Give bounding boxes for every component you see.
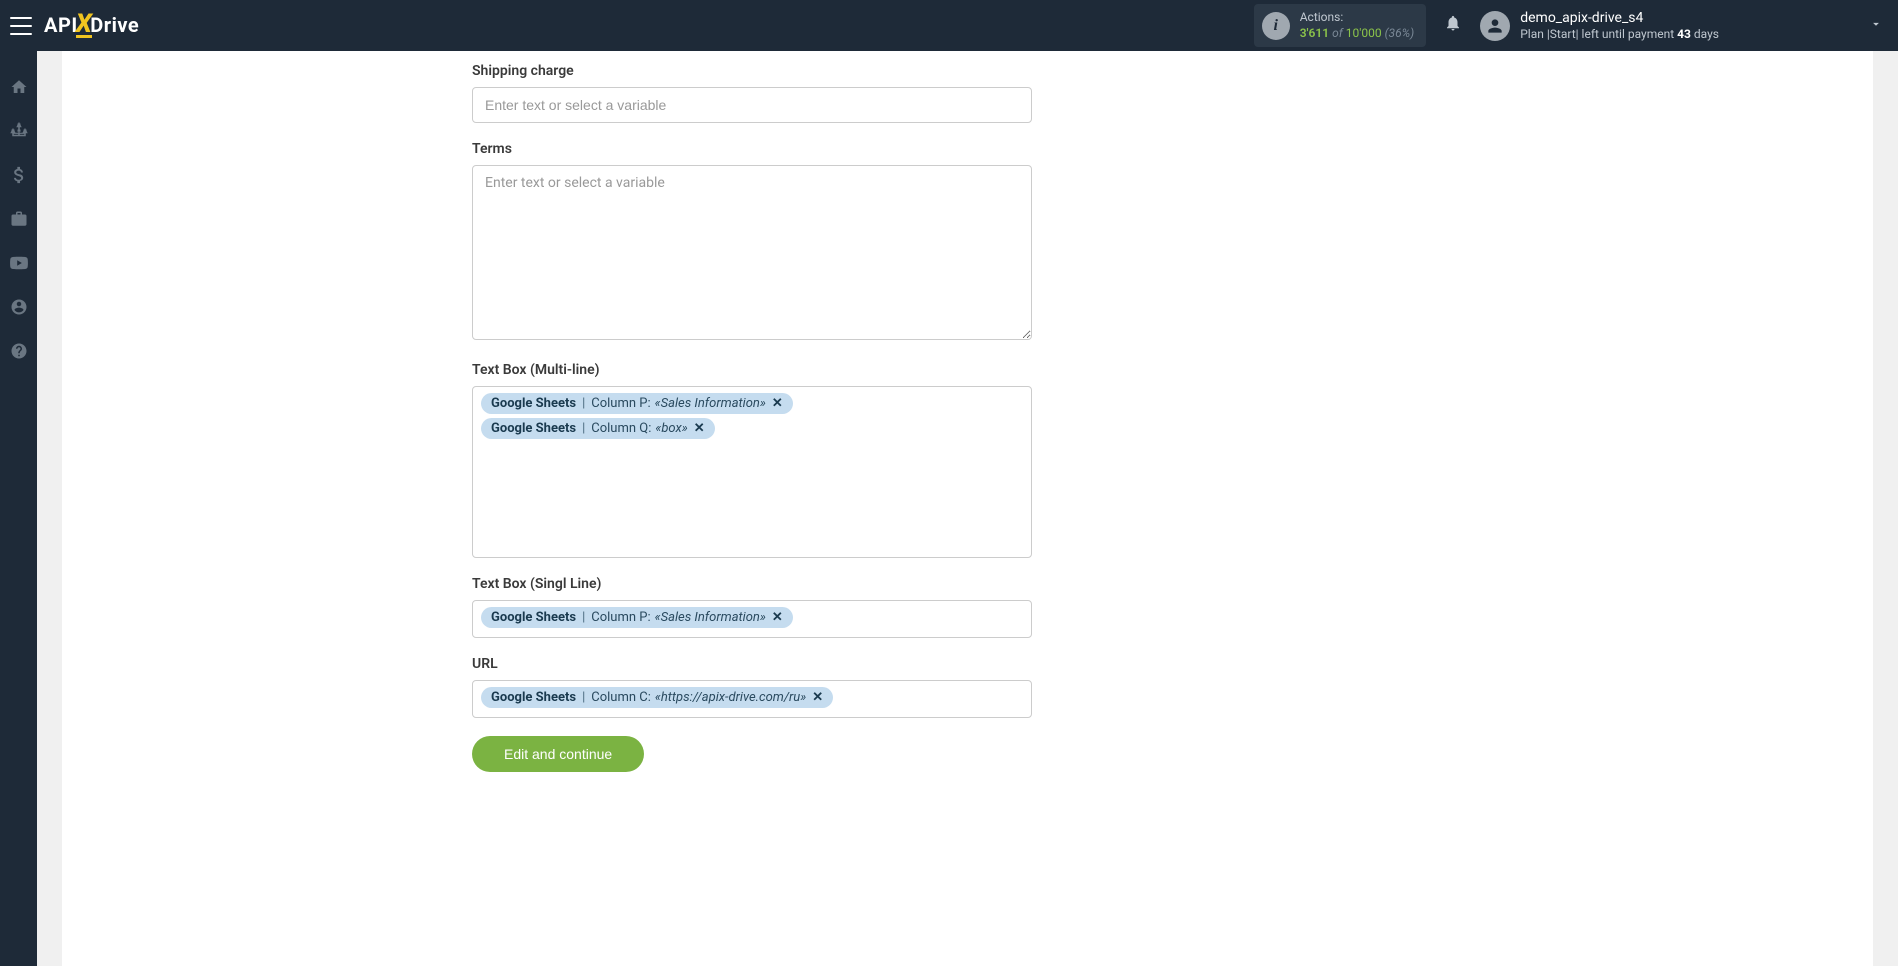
user-info: demo_apix-drive_s4 Plan |Start| left unt… — [1520, 9, 1719, 43]
tag-item[interactable]: Google Sheets | Column P: «Sales Informa… — [481, 607, 793, 628]
tag-sep: | — [582, 610, 585, 625]
field-terms: Terms — [472, 141, 1032, 344]
actions-label: Actions: — [1300, 10, 1415, 26]
tag-source: Google Sheets — [491, 610, 576, 625]
sidebar-briefcase[interactable] — [0, 208, 37, 230]
label-textbox-multiline: Text Box (Multi-line) — [472, 362, 1032, 378]
sidebar-connections[interactable] — [0, 120, 37, 142]
notifications-icon[interactable] — [1444, 14, 1462, 37]
tag-column: Column C: — [591, 690, 651, 705]
app-header: APIXDrive i Actions: 3'611 of 10'000 (36… — [0, 0, 1898, 51]
menu-toggle[interactable] — [10, 17, 32, 35]
plan-suffix: days — [1691, 27, 1719, 41]
actions-of: of — [1332, 26, 1343, 40]
tag-remove-icon[interactable]: ✕ — [772, 396, 783, 411]
field-textbox-singleline: Text Box (Singl Line) Google Sheets | Co… — [472, 576, 1032, 638]
tag-source: Google Sheets — [491, 421, 576, 436]
actions-pct: (36%) — [1385, 26, 1415, 40]
textarea-terms[interactable] — [472, 165, 1032, 340]
label-textbox-singleline: Text Box (Singl Line) — [472, 576, 1032, 592]
logo-post: Drive — [90, 13, 139, 37]
content-card: Shipping charge Terms Text Box (Multi-li… — [62, 51, 1873, 966]
plan-days: 43 — [1677, 27, 1691, 41]
tagbox-textbox-singleline[interactable]: Google Sheets | Column P: «Sales Informa… — [472, 600, 1032, 638]
tag-item[interactable]: Google Sheets | Column P: «Sales Informa… — [481, 393, 793, 414]
field-textbox-multiline: Text Box (Multi-line) Google Sheets | Co… — [472, 362, 1032, 558]
user-menu[interactable]: demo_apix-drive_s4 Plan |Start| left unt… — [1480, 9, 1883, 43]
tag-item[interactable]: Google Sheets | Column Q: «box» ✕ — [481, 418, 715, 439]
tag-remove-icon[interactable]: ✕ — [772, 610, 783, 625]
tagbox-url[interactable]: Google Sheets | Column C: «https://apix-… — [472, 680, 1032, 718]
header-left: APIXDrive — [10, 14, 139, 38]
sidebar-help[interactable] — [0, 340, 37, 362]
tag-item[interactable]: Google Sheets | Column C: «https://apix-… — [481, 687, 833, 708]
sidebar-youtube[interactable] — [0, 252, 37, 274]
submit-row: Edit and continue — [472, 736, 1032, 772]
header-right: i Actions: 3'611 of 10'000 (36%) demo_ap… — [1254, 4, 1883, 47]
tag-sep: | — [582, 421, 585, 436]
user-avatar-icon — [1480, 11, 1510, 41]
sidebar — [0, 51, 37, 966]
tag-value: «Sales Information» — [655, 610, 766, 625]
plan-prefix: Plan |Start| left until payment — [1520, 27, 1677, 41]
chevron-down-icon — [1869, 17, 1883, 35]
tag-source: Google Sheets — [491, 690, 576, 705]
sidebar-billing[interactable] — [0, 164, 37, 186]
actions-counter[interactable]: i Actions: 3'611 of 10'000 (36%) — [1254, 4, 1427, 47]
label-url: URL — [472, 656, 1032, 672]
tag-column: Column Q: — [591, 421, 651, 436]
logo-pre: API — [44, 13, 78, 37]
actions-total: 10'000 — [1346, 26, 1382, 40]
sidebar-account[interactable] — [0, 296, 37, 318]
input-shipping-charge[interactable] — [472, 87, 1032, 123]
user-name: demo_apix-drive_s4 — [1520, 9, 1719, 27]
tag-remove-icon[interactable]: ✕ — [812, 690, 823, 705]
info-icon: i — [1262, 12, 1290, 40]
edit-continue-button[interactable]: Edit and continue — [472, 736, 644, 772]
field-shipping-charge: Shipping charge — [472, 63, 1032, 123]
actions-text: Actions: 3'611 of 10'000 (36%) — [1300, 10, 1415, 41]
label-terms: Terms — [472, 141, 1032, 157]
tag-remove-icon[interactable]: ✕ — [694, 421, 705, 436]
tagbox-textbox-multiline[interactable]: Google Sheets | Column P: «Sales Informa… — [472, 386, 1032, 558]
field-url: URL Google Sheets | Column C: «https://a… — [472, 656, 1032, 718]
label-shipping-charge: Shipping charge — [472, 63, 1032, 79]
actions-current: 3'611 — [1300, 26, 1329, 40]
tag-column: Column P: — [591, 396, 650, 411]
logo[interactable]: APIXDrive — [44, 14, 139, 38]
sidebar-home[interactable] — [0, 76, 37, 98]
tag-value: «Sales Information» — [655, 396, 766, 411]
tag-source: Google Sheets — [491, 396, 576, 411]
form-area: Shipping charge Terms Text Box (Multi-li… — [472, 51, 1032, 772]
main-content: Shipping charge Terms Text Box (Multi-li… — [37, 51, 1898, 966]
tag-value: «https://apix-drive.com/ru» — [655, 690, 806, 705]
tag-sep: | — [582, 690, 585, 705]
tag-column: Column P: — [591, 610, 650, 625]
tag-sep: | — [582, 396, 585, 411]
tag-value: «box» — [655, 421, 687, 436]
